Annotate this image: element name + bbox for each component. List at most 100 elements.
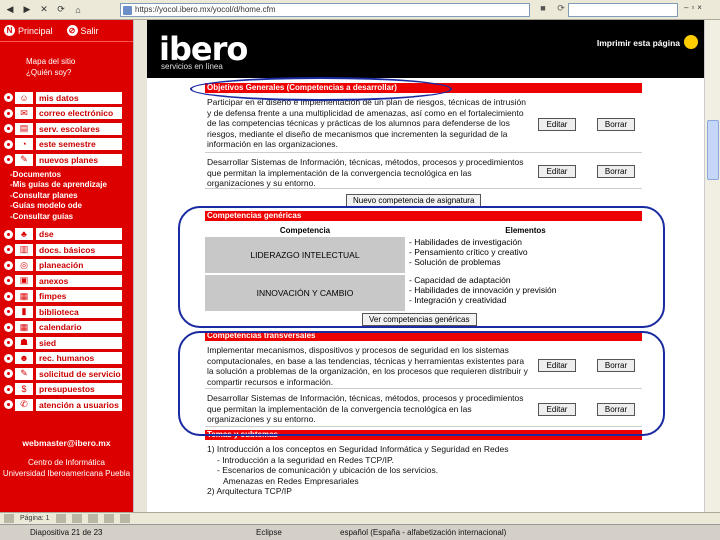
competencia-name: LIDERAZGO INTELECTUAL [205,237,405,273]
sidebar-item-label: sied [36,336,122,349]
service-icon: ✎ [15,367,33,380]
new-competencia-button[interactable]: Nuevo competencia de asignatura [346,194,482,207]
stop-icon[interactable]: ✕ [37,3,51,17]
bullet-icon [4,139,13,149]
lock-icon[interactable]: ■ [536,3,550,17]
sub-menu: -Documentos -Mis guías de aprendizaje -C… [0,168,133,227]
toolbar-icon[interactable] [71,514,82,523]
competencias-table: Competencia Elementos LIDERAZGO INTELECT… [205,223,642,311]
competencia-elements: - Capacidad de adaptación - Habilidades … [409,275,642,305]
sub-item-guias-modelo[interactable]: -Guías modelo ode [10,201,133,212]
delete-button[interactable]: Borrar [597,359,635,372]
sidebar-item-correo[interactable]: ✉ correo electrónico [4,106,133,122]
main-content: Objetivos Generales (Competencias a desa… [147,78,704,512]
sidebar-item-label: correo electrónico [36,107,122,120]
back-icon[interactable]: ◀ [3,3,17,17]
library-icon: ▮ [15,305,33,318]
sidebar-item-label: atención a usuarios [36,398,122,411]
competencia-elements: - Habilidades de investigación - Pensami… [409,237,642,267]
sidebar-item-anexos[interactable]: ▣ anexos [4,273,133,289]
go-icon[interactable]: ⟳ [554,3,568,17]
toolbar-icon[interactable] [4,514,14,523]
bullet-icon [4,322,13,332]
toolbar-icon[interactable] [55,514,66,523]
sub-item-consultar-guias[interactable]: -Consultar guías [10,212,133,223]
tema-line: - Introducción a la seguridad en Redes T… [217,454,394,465]
sidebar-item-label: dse [36,228,122,241]
edit-button[interactable]: Editar [538,403,576,416]
print-link[interactable]: Imprimir esta página [597,38,680,48]
window-controls[interactable]: ‒▫× [684,3,705,12]
sub-item-consultar-planes[interactable]: -Consultar planes [10,191,133,202]
table-row: Implementar mecanismos, dispositivos y p… [205,343,642,389]
user-links: Mapa del sitio ¿Quién soy? [0,42,133,90]
sidebar-item-calendario[interactable]: ▦ calendario [4,319,133,335]
forward-icon[interactable]: ▶ [20,3,34,17]
delete-button[interactable]: Borrar [597,118,635,131]
footer-line: Universidad Iberoamericana Puebla [2,469,131,478]
sidebar-item-dse[interactable]: ♣ dse [4,226,133,242]
table-row: Participar en el diseño e implementación… [205,95,642,153]
refresh-icon[interactable]: ⟳ [54,3,68,17]
webmaster-link[interactable]: webmaster@ibero.mx [0,438,133,449]
sidebar-item-atencion[interactable]: ✆ atención a usuarios [4,397,133,413]
toolbar-icon[interactable] [87,514,98,523]
search-input[interactable] [568,3,678,17]
address-bar[interactable]: https://yocol.ibero.mx/yocol/d/home.cfm [120,3,530,17]
sidebar-item-biblioteca[interactable]: ▮ biblioteca [4,304,133,320]
sidebar-item-serv-escolares[interactable]: ▤ serv. escolares [4,121,133,137]
sub-item-documentos[interactable]: -Documentos [10,170,133,181]
principal-link[interactable]: N Principal [4,25,53,36]
delete-button[interactable]: Borrar [597,165,635,178]
sub-item-guias[interactable]: -Mis guías de aprendizaje [10,180,133,191]
bullet-icon [4,276,13,286]
sidebar-item-docs-basicos[interactable]: ▥ docs. básicos [4,242,133,258]
mail-icon: ✉ [15,107,33,120]
bullet-icon [4,245,13,255]
sidebar-item-rec-humanos[interactable]: ☻ rec. humanos [4,350,133,366]
edit-button[interactable]: Editar [538,165,576,178]
bullet-icon [4,93,13,103]
home-icon[interactable]: ⌂ [71,3,85,17]
sidebar-item-nuevos-planes[interactable]: ✎ nuevos planes [4,152,133,168]
status-bar: Diapositiva 21 de 23 Eclipse español (Es… [0,524,720,540]
edit-button[interactable]: Editar [538,359,576,372]
delete-button[interactable]: Borrar [597,403,635,416]
view-genericas-button[interactable]: Ver competencias genéricas [362,313,477,326]
whoami-link[interactable]: ¿Quién soy? [26,67,133,78]
toolbar-right: ■ ⟳ [536,3,568,17]
temas-content: 1) Introducción a los conceptos en Segur… [205,442,642,510]
sidebar-item-planeacion[interactable]: ◎ planeación [4,257,133,273]
book-icon: ▥ [15,243,33,256]
scroll-thumb[interactable] [707,120,719,180]
sidebar-item-mis-datos[interactable]: ☺ mis datos [4,90,133,106]
element-item: - Habilidades de innovación y previsión [409,285,557,295]
printer-icon[interactable] [684,35,698,49]
exit-icon: ⊘ [66,25,78,36]
sidebar-item-fimpes[interactable]: ▦ fimpes [4,288,133,304]
slide-counter: Diapositiva 21 de 23 [30,528,103,537]
nav-list: ☺ mis datos ✉ correo electrónico ▤ serv. es… [0,90,133,168]
sidebar-item-label: este semestre [36,138,122,151]
people-icon: ☻ [15,352,33,365]
tema-line: 2) Arquitectura TCP/IP [207,486,292,496]
bullet-icon [4,353,13,363]
sidebar-item-presupuestos[interactable]: $ presupuestos [4,381,133,397]
frame-divider [133,20,147,512]
sidebar-item-este-semestre[interactable]: ◔ este semestre [4,137,133,153]
sidebar-item-solicitud[interactable]: ✎ solicitud de servicio [4,366,133,382]
vertical-scrollbar[interactable] [704,20,720,512]
bullet-icon [4,260,13,270]
calendar-icon: ◔ [15,138,33,151]
sidebar-item-label: planeación [36,259,122,272]
sitemap-link[interactable]: Mapa del sitio [26,56,133,67]
toolbar-icon[interactable] [103,514,114,523]
bullet-icon [4,369,13,379]
sidebar-item-sied[interactable]: ☗ sied [4,335,133,351]
toolbar-icon[interactable] [119,514,130,523]
page-icon [123,6,132,15]
salir-link[interactable]: ⊘ Salir [66,25,99,36]
edit-button[interactable]: Editar [538,118,576,131]
school-icon: ▤ [15,122,33,135]
sidebar-item-label: anexos [36,274,122,287]
